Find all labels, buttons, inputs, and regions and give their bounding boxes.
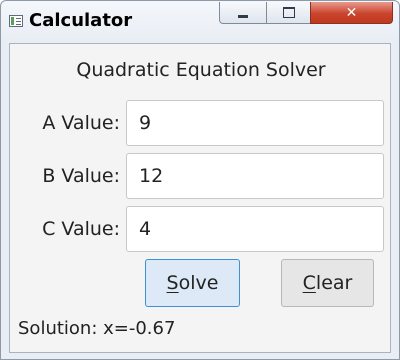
clear-label-rest: lear <box>315 272 353 294</box>
close-button[interactable]: ✕ <box>310 2 393 24</box>
page-title: Quadratic Equation Solver <box>76 59 326 81</box>
window-icon <box>9 15 23 27</box>
a-value-input[interactable] <box>126 100 384 146</box>
c-value-label: C Value: <box>42 218 120 240</box>
c-value-input[interactable] <box>126 206 384 252</box>
minimize-button[interactable] <box>219 2 267 24</box>
solve-label-rest: olve <box>178 272 219 294</box>
title-bar[interactable]: Calculator ✕ <box>1 1 399 43</box>
b-value-input[interactable] <box>126 153 384 199</box>
clear-mnemonic: C <box>302 272 316 294</box>
calculator-window: Calculator ✕ Quadratic Equation Solver A… <box>0 0 400 360</box>
solve-button[interactable]: Solve <box>145 259 240 307</box>
solver-panel: Quadratic Equation Solver A Value: B Val… <box>9 43 391 353</box>
window-title: Calculator <box>29 10 133 31</box>
b-value-label: B Value: <box>42 165 120 187</box>
minimize-icon <box>238 15 248 18</box>
a-value-label: A Value: <box>42 112 120 134</box>
maximize-icon <box>282 7 295 18</box>
maximize-button[interactable] <box>266 2 311 24</box>
solve-mnemonic: S <box>166 272 179 294</box>
solution-text: Solution: x=-0.67 <box>18 318 176 339</box>
close-icon: ✕ <box>345 4 358 21</box>
clear-button[interactable]: Clear <box>281 259 374 307</box>
